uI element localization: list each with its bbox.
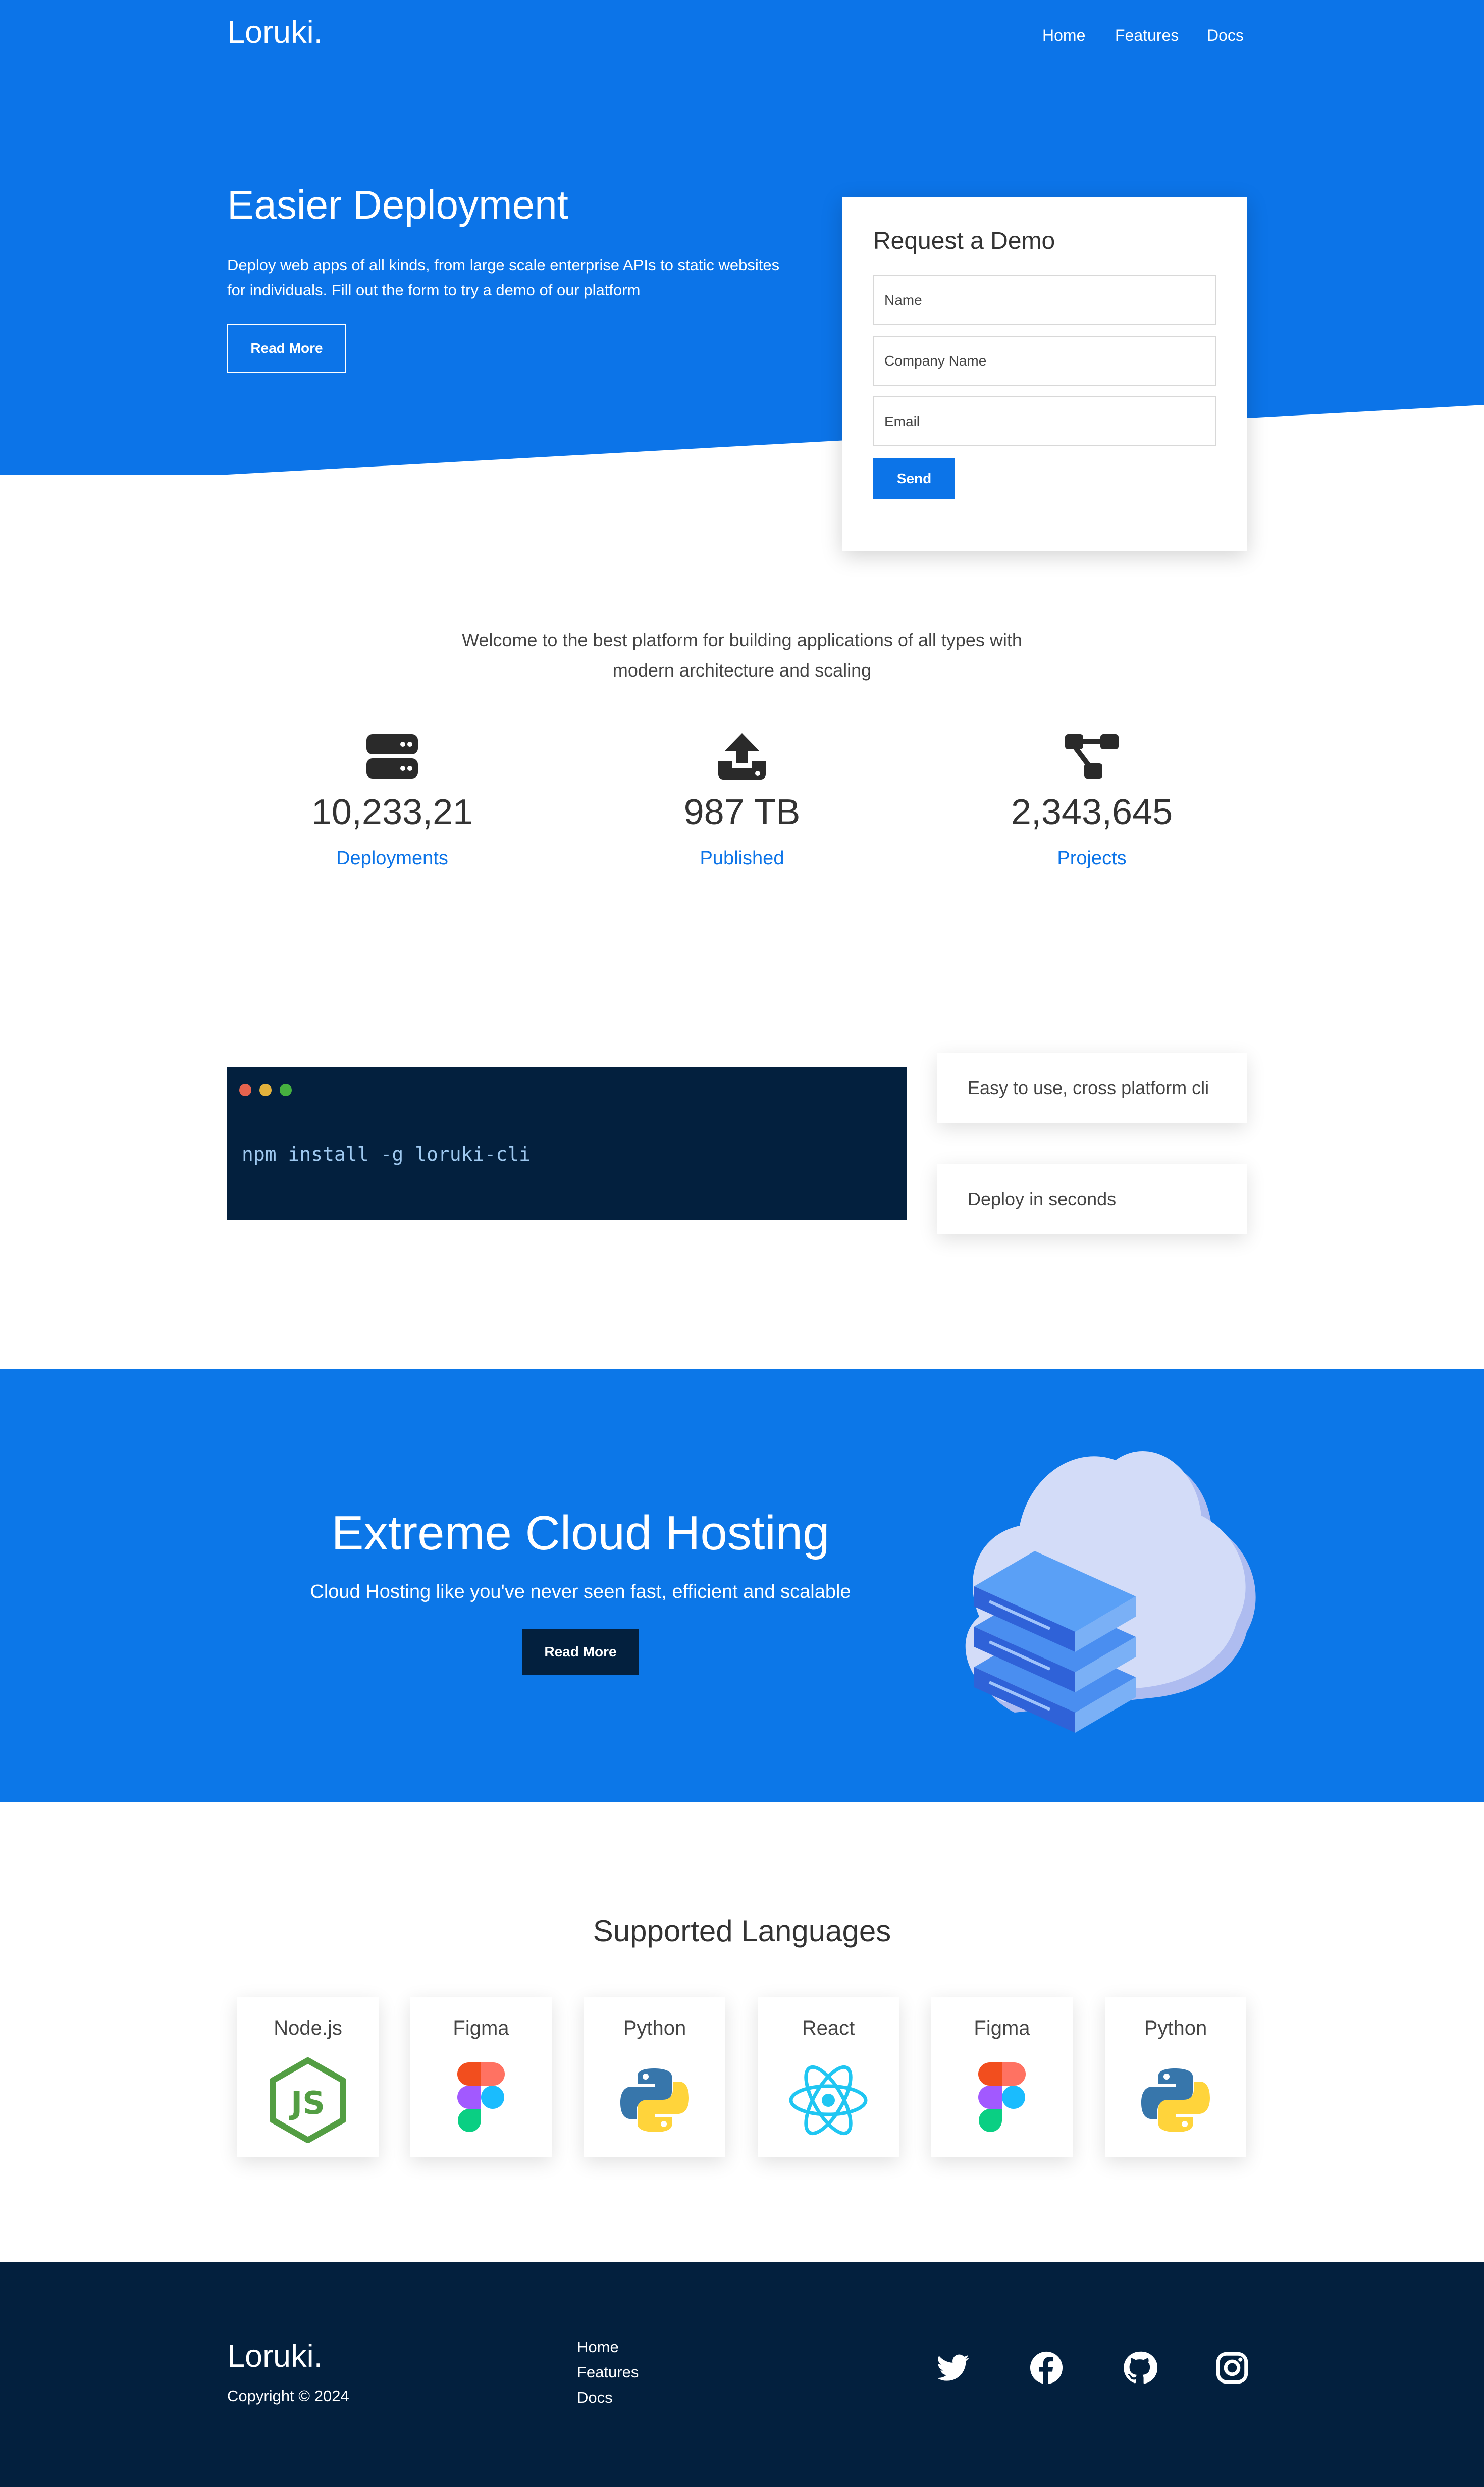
cloud-hosting-section: Extreme Cloud Hosting Cloud Hosting like… — [0, 1369, 1484, 1802]
language-name: Python — [1144, 2017, 1207, 2039]
hero-text: Deploy web apps of all kinds, from large… — [227, 256, 780, 299]
hero-title: Easier Deployment — [227, 182, 568, 227]
language-card-figma[interactable]: Figma — [931, 1997, 1073, 2157]
stat-label: Projects — [1057, 848, 1127, 869]
feature-card-cli: Easy to use, cross platform cli — [937, 1053, 1247, 1123]
nav-home[interactable]: Home — [1042, 26, 1085, 45]
language-card-python[interactable]: Python — [584, 1997, 725, 2157]
terminal-minimize-dot — [259, 1084, 272, 1096]
demo-form-title: Request a Demo — [873, 228, 1055, 254]
language-card-figma[interactable]: Figma — [410, 1997, 552, 2157]
nav-docs[interactable]: Docs — [1207, 26, 1244, 45]
footer-logo[interactable]: Loruki. — [227, 2338, 323, 2374]
terminal-command[interactable]: npm install -g loruki-cli — [242, 1143, 531, 1165]
cloud-read-more-button[interactable]: Read More — [522, 1629, 639, 1675]
twitter-icon[interactable] — [935, 2350, 971, 2386]
instagram-icon[interactable] — [1214, 2350, 1250, 2386]
stat-label: Published — [700, 848, 784, 869]
language-name: Node.js — [274, 2017, 342, 2039]
email-field[interactable] — [873, 396, 1216, 446]
react-icon — [789, 2065, 868, 2136]
language-card-nodejs[interactable]: Node.js JS — [237, 1997, 379, 2157]
terminal-window: npm install -g loruki-cli — [227, 1067, 907, 1220]
facebook-icon[interactable] — [1029, 2350, 1064, 2386]
python-icon — [1141, 2068, 1210, 2132]
terminal-maximize-dot — [280, 1084, 292, 1096]
cloud-title: Extreme Cloud Hosting — [331, 1506, 830, 1560]
stat-projects: 2,343,645 Projects — [940, 732, 1243, 869]
language-name: Figma — [453, 2017, 509, 2039]
stat-deployments: 10,233,21 Deployments — [241, 732, 544, 869]
language-card-react[interactable]: React — [758, 1997, 899, 2157]
send-button[interactable]: Send — [873, 458, 955, 499]
cloud-subtitle: Cloud Hosting like you've never seen fas… — [310, 1581, 851, 1602]
terminal-close-dot — [239, 1084, 251, 1096]
figma-icon — [978, 2062, 1026, 2132]
nodejs-icon: JS — [270, 2057, 346, 2143]
footer-copyright: Copyright © 2024 — [227, 2387, 349, 2405]
language-card-python[interactable]: Python — [1105, 1997, 1246, 2157]
footer-link-features[interactable]: Features — [577, 2363, 639, 2381]
footer-link-home[interactable]: Home — [577, 2338, 619, 2356]
svg-text:JS: JS — [289, 2085, 325, 2121]
hero-background — [0, 0, 1484, 475]
site-logo[interactable]: Loruki. — [227, 14, 323, 50]
site-footer: Loruki. Copyright © 2024 Home Features D… — [0, 2262, 1484, 2487]
hero-read-more-button[interactable]: Read More — [227, 324, 346, 373]
language-name: Python — [623, 2017, 686, 2039]
welcome-text: Welcome to the best platform for buildin… — [462, 630, 1022, 681]
nav-features[interactable]: Features — [1115, 26, 1179, 45]
github-icon[interactable] — [1122, 2350, 1157, 2386]
demo-form-card: Request a Demo Send — [842, 197, 1247, 551]
python-icon — [620, 2068, 689, 2132]
figma-icon — [457, 2062, 505, 2132]
languages-title: Supported Languages — [593, 1914, 891, 1948]
stat-published: 987 TB Published — [591, 732, 893, 869]
stat-value: 10,233,21 — [311, 792, 473, 833]
language-name: Figma — [974, 2017, 1030, 2039]
footer-link-docs[interactable]: Docs — [577, 2389, 613, 2407]
cloud-server-illustration — [965, 1451, 1256, 1733]
stat-value: 987 TB — [683, 792, 801, 833]
company-name-field[interactable] — [873, 336, 1216, 386]
language-name: React — [802, 2017, 855, 2039]
project-diagram-icon — [1065, 734, 1119, 779]
upload-icon — [718, 733, 766, 780]
stat-value: 2,343,645 — [1011, 792, 1173, 833]
name-field[interactable] — [873, 275, 1216, 325]
feature-card-deploy: Deploy in seconds — [937, 1164, 1247, 1234]
stat-label: Deployments — [336, 848, 448, 869]
server-icon — [366, 734, 418, 779]
